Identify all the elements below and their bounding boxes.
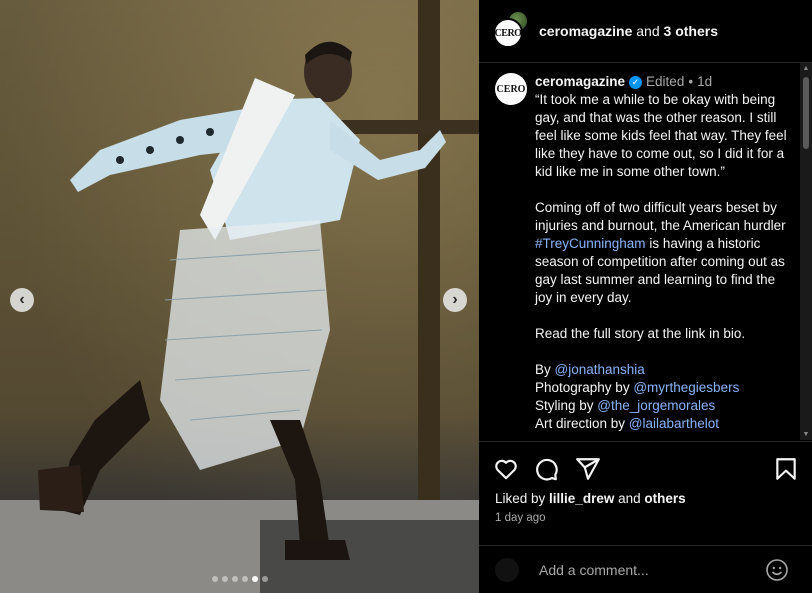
carousel-dot: [221, 576, 228, 582]
hashtag-link[interactable]: #TreyCunningham: [535, 236, 646, 251]
credit-line: Styling by @the_jorgemorales: [535, 397, 793, 415]
liked-by-user[interactable]: lillie_drew: [549, 491, 614, 506]
action-row: [493, 456, 798, 482]
caption-quote: “It took me a while to be okay with bein…: [535, 92, 787, 179]
credit-handle[interactable]: @lailabarthelot: [629, 416, 719, 431]
post-actions: Liked by lillie_drew and others 1 day ag…: [479, 441, 812, 551]
liked-by: Liked by lillie_drew and others: [495, 491, 686, 506]
credit-handle[interactable]: @jonathanshia: [555, 362, 645, 377]
caption-body: ceromagazine ✓ Edited • 1d “It took me a…: [535, 73, 793, 433]
credit-label: Styling by: [535, 398, 598, 413]
author-avatar[interactable]: CERO: [493, 18, 523, 48]
credit-handle[interactable]: @myrthegiesbers: [633, 380, 739, 395]
carousel-dot: [211, 576, 218, 582]
separator-dot: •: [688, 74, 694, 89]
credit-label: Art direction by: [535, 416, 629, 431]
credit-label: Photography by: [535, 380, 634, 395]
carousel-dot: [251, 576, 258, 582]
heart-icon[interactable]: [493, 456, 519, 482]
scroll-down-arrow-icon[interactable]: ▼: [802, 431, 810, 438]
header-username[interactable]: ceromagazine: [539, 23, 632, 39]
comment-input[interactable]: [539, 559, 759, 581]
carousel-dot: [241, 576, 248, 582]
credit-line: Photography by @myrthegiesbers: [535, 379, 793, 397]
credit-label: By: [535, 362, 555, 377]
post-date[interactable]: 1 day ago: [495, 512, 546, 524]
liked-by-and: and: [614, 491, 645, 506]
caption-scrollbar[interactable]: ▲ ▼: [800, 63, 812, 440]
verified-icon: ✓: [629, 75, 643, 89]
credit-handle[interactable]: @the_jorgemorales: [597, 398, 715, 413]
caption-area: CERO ceromagazine ✓ Edited • 1d “It took…: [479, 63, 812, 440]
carousel-dots: [0, 576, 479, 582]
post-side-panel: CERO ceromagazine and 3 others CERO cero…: [479, 0, 812, 593]
runner-figure: [38, 41, 446, 560]
caption-username[interactable]: ceromagazine: [535, 73, 625, 91]
carousel-dot: [261, 576, 268, 582]
previous-slide-button[interactable]: ‹: [10, 288, 34, 312]
emoji-icon[interactable]: [765, 558, 789, 582]
next-slide-button[interactable]: ›: [443, 288, 467, 312]
liked-by-prefix: Liked by: [495, 491, 550, 506]
caption-top: ceromagazine ✓ Edited • 1d: [535, 73, 793, 91]
caption-time[interactable]: 1d: [697, 73, 712, 91]
para2-text-before: Coming off of two difficult years beset …: [535, 200, 786, 233]
caption-avatar[interactable]: CERO: [495, 73, 527, 105]
edited-label: Edited: [646, 74, 685, 89]
post-photo: ‹ ›: [0, 0, 479, 593]
credit-line: Art direction by @lailabarthelot: [535, 415, 793, 433]
header-joiner: and: [632, 23, 664, 39]
comment-bar: [479, 545, 812, 593]
bookmark-icon[interactable]: [773, 456, 799, 482]
post-header-title: ceromagazine and 3 others: [539, 23, 718, 39]
scroll-up-arrow-icon[interactable]: ▲: [802, 65, 810, 72]
collab-avatars[interactable]: CERO: [493, 10, 529, 48]
share-icon[interactable]: [575, 456, 601, 482]
caption-paragraph-3: Read the full story at the link in bio.: [535, 326, 746, 341]
scroll-thumb[interactable]: [803, 77, 809, 149]
liked-by-others[interactable]: others: [644, 491, 685, 506]
carousel-dot: [231, 576, 238, 582]
credits: By @jonathanshia Photography by @myrtheg…: [535, 361, 793, 433]
header-others[interactable]: 3 others: [664, 23, 718, 39]
commenter-avatar: [495, 558, 519, 582]
credit-line: By @jonathanshia: [535, 361, 793, 379]
comment-icon[interactable]: [533, 456, 559, 482]
post-header: CERO ceromagazine and 3 others: [479, 0, 812, 63]
caption-paragraph-2: Coming off of two difficult years beset …: [535, 199, 793, 307]
